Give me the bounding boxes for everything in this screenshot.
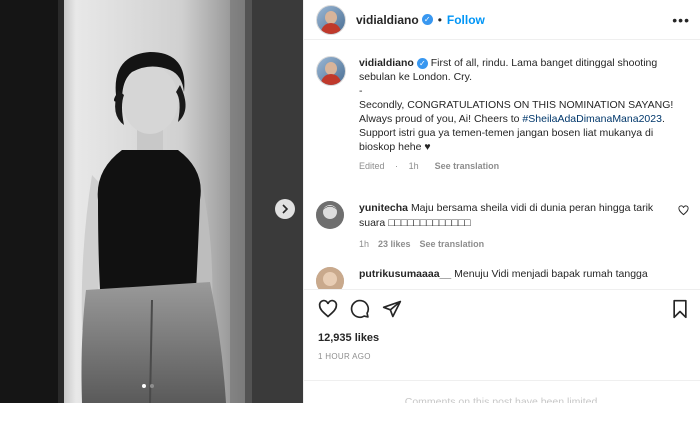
- carousel-dot-active: [142, 384, 146, 388]
- comment-body: putrikusumaaaa__ Menuju Vidi menjadi bap…: [359, 267, 674, 282]
- like-comment-icon[interactable]: [678, 205, 689, 216]
- heart-icon[interactable]: [318, 299, 338, 324]
- caption-text: vidialdiano ✓ First of all, rindu. Lama b…: [359, 56, 689, 173]
- commenter-avatar[interactable]: [316, 267, 344, 289]
- post-actions: 12,935 likes 1 HOUR AGO: [304, 289, 700, 370]
- caption-username[interactable]: vidialdiano: [359, 57, 414, 69]
- emoji-placeholders: □□□□□□□□□□□□□: [388, 217, 471, 229]
- header-username[interactable]: vidialdiano: [356, 13, 419, 27]
- post-side-panel: vidialdiano ✓ • Follow ••• vidialdiano ✓ …: [303, 0, 700, 413]
- page-bottom-strip: [0, 403, 700, 413]
- see-translation-link[interactable]: See translation: [435, 161, 500, 171]
- follow-button[interactable]: Follow: [447, 13, 485, 27]
- post-timestamp: 1 HOUR AGO: [318, 352, 371, 361]
- portrait-image: [0, 0, 303, 403]
- more-options-icon[interactable]: •••: [672, 12, 690, 28]
- header-separator: •: [437, 12, 442, 27]
- edited-label: Edited · 1h: [359, 161, 419, 171]
- comment-username[interactable]: putrikusumaaaa__: [359, 268, 451, 280]
- commenter-avatar[interactable]: [316, 201, 344, 229]
- avatar[interactable]: [316, 4, 346, 35]
- verified-badge-icon: ✓: [416, 58, 428, 69]
- black-heart-emoji: ♥: [424, 141, 431, 153]
- verified-badge-icon: ✓: [421, 14, 433, 25]
- caption-meta: Edited · 1h See translation: [359, 159, 689, 173]
- post-header: vidialdiano ✓ • Follow •••: [304, 0, 700, 40]
- comments-section: vidialdiano ✓ First of all, rindu. Lama b…: [304, 41, 700, 289]
- comment-username[interactable]: yunitecha: [359, 202, 408, 214]
- carousel-indicator: [142, 384, 154, 388]
- share-icon[interactable]: [382, 299, 402, 324]
- likes-count[interactable]: 12,935 likes: [318, 332, 379, 344]
- chevron-right-icon: [282, 204, 289, 214]
- see-translation-link[interactable]: See translation: [420, 239, 485, 249]
- bookmark-icon[interactable]: [671, 299, 689, 324]
- comment-icon[interactable]: [350, 299, 370, 324]
- hashtag-link[interactable]: #SheilaAdaDimanaMana2023: [522, 113, 662, 125]
- carousel-dot: [150, 384, 154, 388]
- carousel-next-button[interactable]: [275, 199, 295, 219]
- comment-text: Menuju Vidi menjadi bapak rumah tangga: [454, 268, 648, 280]
- comment-likes[interactable]: 23 likes: [378, 239, 411, 249]
- comment-time: 1h: [359, 239, 370, 249]
- post-photo[interactable]: [0, 0, 303, 403]
- caption-avatar[interactable]: [316, 56, 346, 86]
- comment-body: yunitecha Maju bersama sheila vidi di du…: [359, 201, 674, 252]
- comment-meta: 1h 23 likes See translation: [359, 237, 674, 252]
- caption-dash: -: [359, 85, 363, 97]
